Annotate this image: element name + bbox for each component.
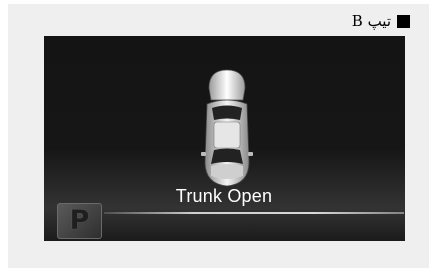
trunk-open-message: Trunk Open	[175, 186, 273, 206]
type-text: تیپ B	[351, 12, 391, 30]
park-gear-indicator: P	[57, 203, 102, 239]
type-label: تیپ B	[306, 10, 410, 32]
cluster-display: Trunk Open P	[44, 36, 405, 241]
display-divider	[104, 212, 404, 214]
black-square-icon	[397, 14, 410, 28]
car-top-view-trunk-open-icon	[201, 69, 253, 187]
